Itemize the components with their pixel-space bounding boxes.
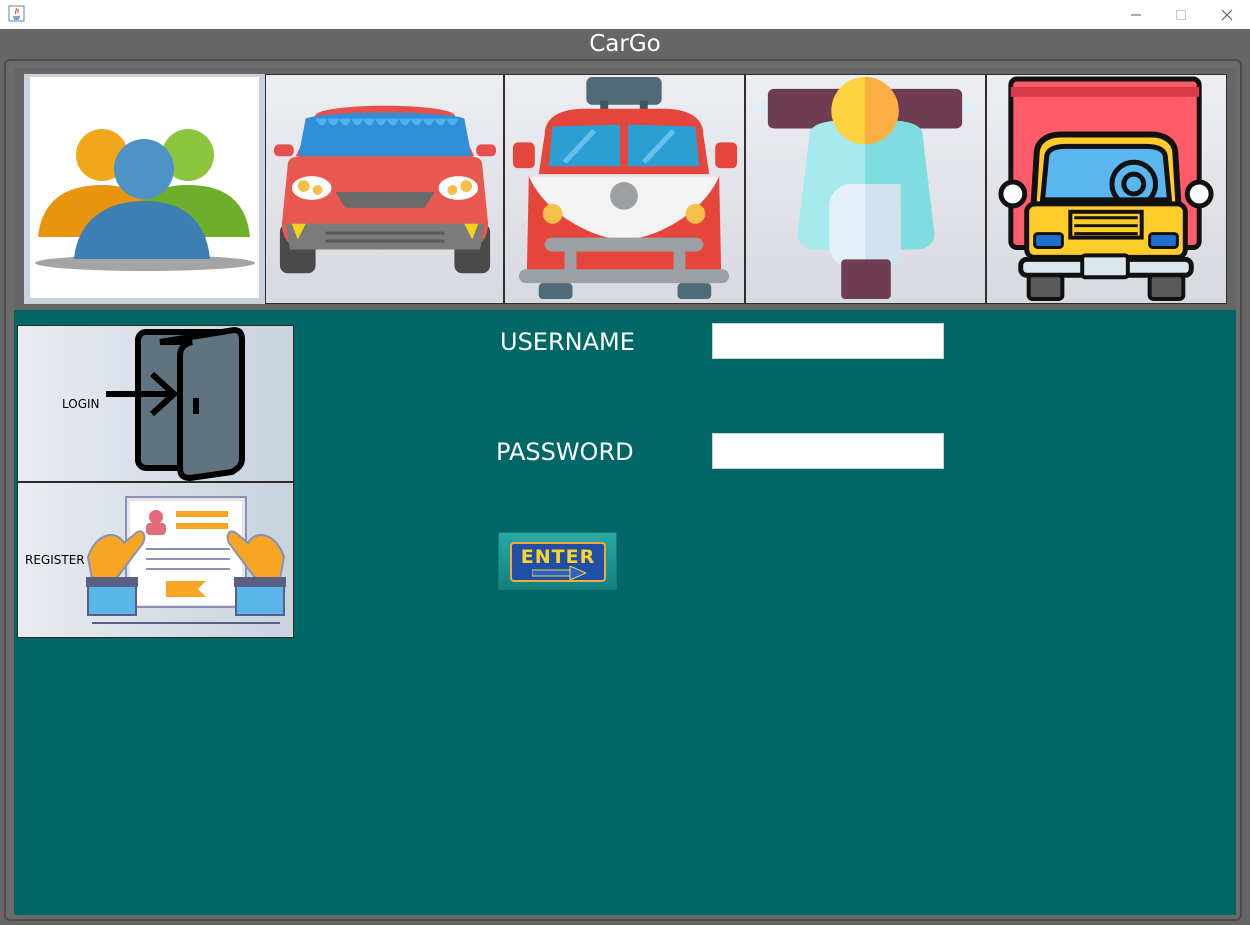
login-button[interactable]: LOGIN — [17, 325, 294, 482]
toolbar-van-button[interactable] — [504, 74, 745, 304]
maximize-icon — [1176, 9, 1186, 20]
minimize-icon — [1131, 14, 1141, 15]
close-icon — [1221, 9, 1233, 20]
toolbar-users-button[interactable] — [24, 74, 265, 304]
scooter-icon — [755, 76, 975, 300]
maximize-button[interactable] — [1158, 0, 1204, 29]
enter-label: ENTER — [520, 546, 596, 568]
enter-button[interactable]: ENTER — [498, 532, 617, 590]
toolbar-scooter-button[interactable] — [745, 74, 986, 304]
truck-icon — [998, 76, 1214, 302]
users-group-icon — [35, 129, 255, 271]
java-app-icon — [8, 5, 25, 22]
register-label: REGISTER — [25, 553, 85, 567]
toolbar-truck-button[interactable] — [986, 74, 1227, 304]
login-door-icon — [106, 326, 245, 482]
close-button[interactable] — [1204, 0, 1250, 29]
username-label: USERNAME — [500, 328, 635, 356]
enter-plate: ENTER — [510, 542, 606, 582]
password-field[interactable] — [712, 433, 944, 469]
username-field[interactable] — [712, 323, 944, 359]
register-button[interactable]: REGISTER — [17, 482, 294, 638]
toolbar-car-button[interactable] — [265, 74, 504, 304]
login-label: LOGIN — [62, 397, 100, 411]
os-title-bar — [0, 0, 1250, 29]
password-label: PASSWORD — [496, 438, 634, 466]
car-icon — [273, 105, 497, 274]
app-title: CarGo — [0, 29, 1250, 59]
registration-form-icon — [86, 496, 286, 624]
arrow-right-icon — [532, 566, 586, 580]
van-icon — [512, 76, 738, 300]
minimize-button[interactable] — [1113, 0, 1159, 29]
